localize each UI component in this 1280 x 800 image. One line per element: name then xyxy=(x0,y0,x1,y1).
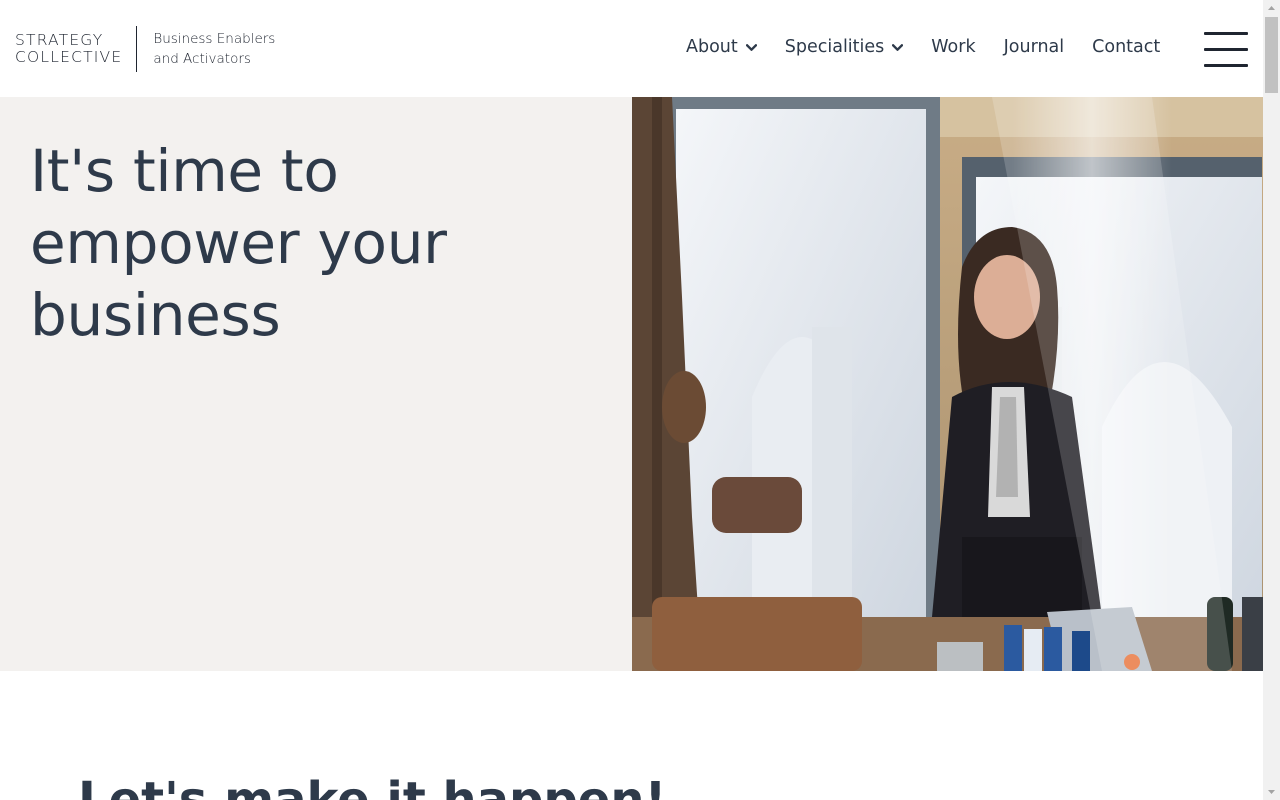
nav-item-about[interactable]: About xyxy=(686,37,757,57)
scrollbar-thumb[interactable] xyxy=(1265,17,1278,93)
logo-line-1: STRATEGY xyxy=(15,31,104,49)
logo[interactable]: STRATEGY COLLECTIVE Business Enablers an… xyxy=(15,26,275,72)
hero-text-panel: It's time to empower your business xyxy=(0,97,632,671)
hero-title: It's time to empower your business xyxy=(30,137,447,349)
scrollbar[interactable] xyxy=(1263,0,1280,800)
nav-label: About xyxy=(686,37,738,57)
tagline-line-1: Business Enablers xyxy=(153,30,276,47)
nav-item-specialities[interactable]: Specialities xyxy=(785,37,904,57)
logo-wordmark: STRATEGY COLLECTIVE xyxy=(15,32,122,66)
logo-tagline: Business Enablers and Activators xyxy=(153,29,275,70)
nav-label: Work xyxy=(931,37,976,57)
logo-divider xyxy=(136,26,138,72)
hamburger-line xyxy=(1204,48,1248,51)
chevron-down-icon xyxy=(745,43,757,51)
logo-line-2: COLLECTIVE xyxy=(15,48,123,66)
tagline-line-2: and Activators xyxy=(153,51,251,67)
section-heading: Let's make it happen! xyxy=(78,772,667,800)
scroll-down-arrow-icon[interactable] xyxy=(1263,783,1280,800)
nav-label: Contact xyxy=(1092,37,1161,57)
meeting-photo xyxy=(632,97,1263,671)
chevron-down-icon xyxy=(892,43,904,51)
nav-label: Journal xyxy=(1003,37,1065,57)
site-header: STRATEGY COLLECTIVE Business Enablers an… xyxy=(0,0,1263,97)
hamburger-line xyxy=(1204,64,1248,67)
nav-item-work[interactable]: Work xyxy=(931,37,975,57)
scroll-up-arrow-icon[interactable] xyxy=(1263,0,1280,17)
hamburger-icon[interactable] xyxy=(1204,32,1248,68)
nav-label: Specialities xyxy=(784,37,885,57)
hero-image xyxy=(632,97,1263,671)
main-nav: About Specialities Work Journal Contact xyxy=(686,37,1160,57)
nav-item-journal[interactable]: Journal xyxy=(1004,37,1065,57)
hamburger-line xyxy=(1204,32,1248,35)
nav-item-contact[interactable]: Contact xyxy=(1092,37,1160,57)
